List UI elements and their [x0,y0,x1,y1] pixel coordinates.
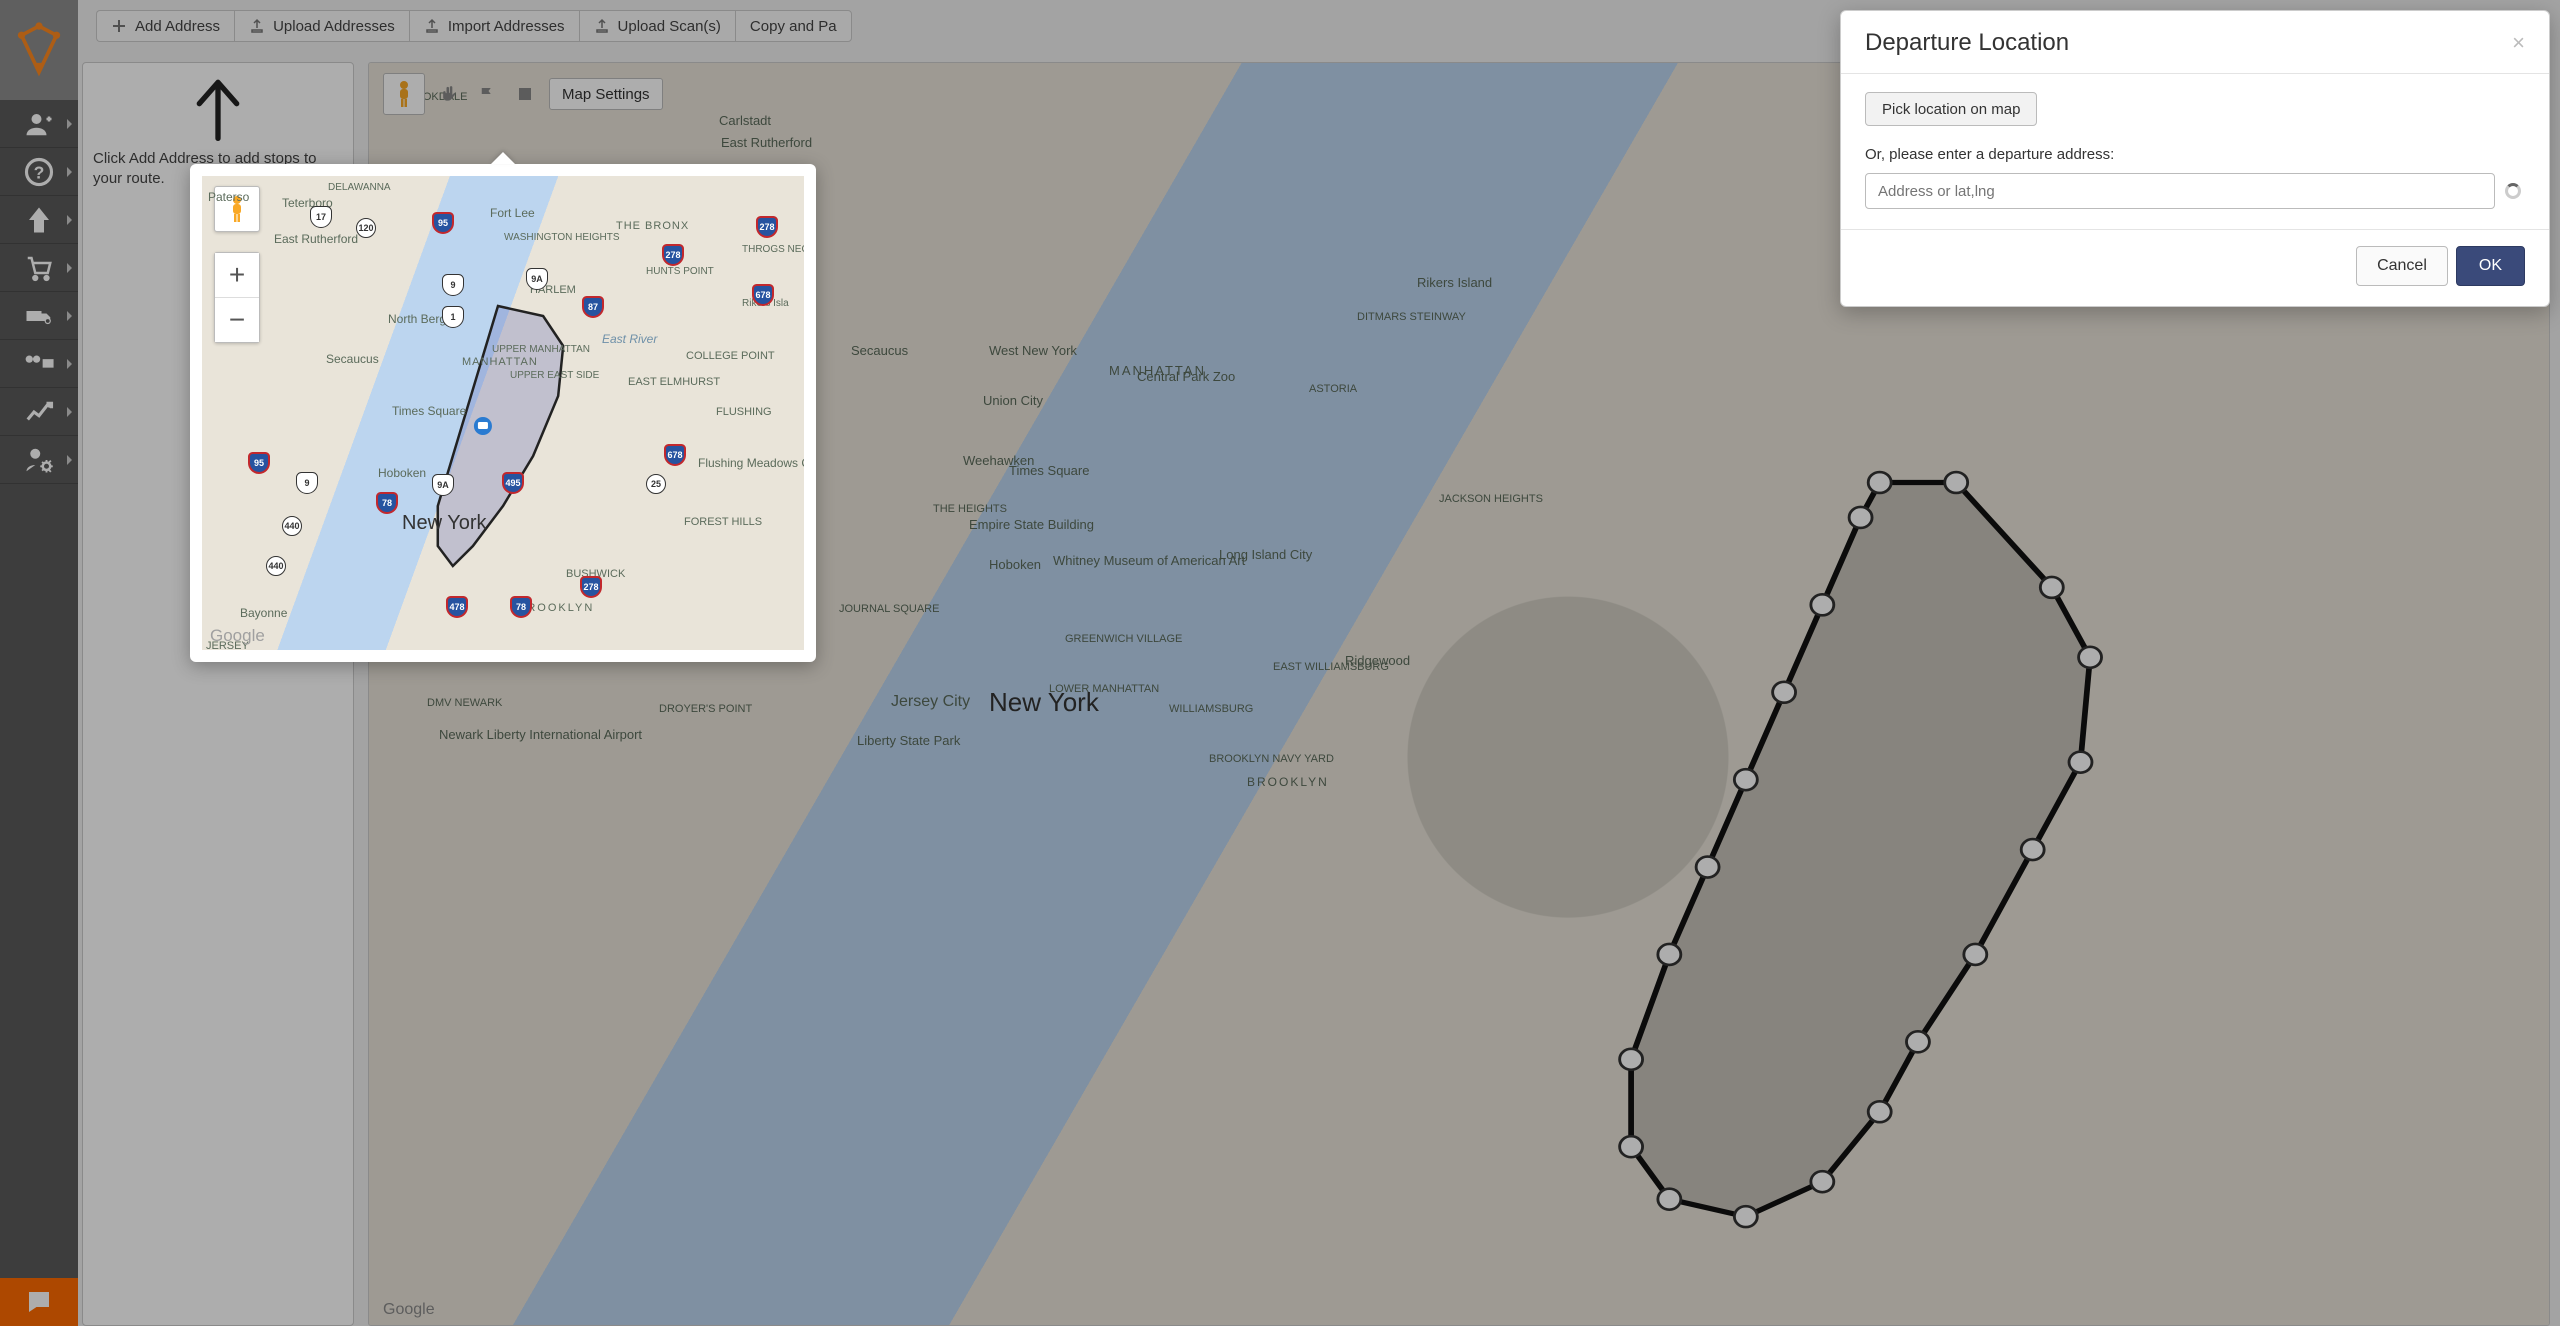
modal-title: Departure Location [1865,29,2069,57]
hwy-shield: 87 [582,296,604,318]
hwy-shield: 95 [432,212,454,234]
modal-close-button[interactable]: × [2512,32,2525,54]
minimap-label: Hoboken [378,466,426,480]
minimap-label: THE BRONX [616,220,689,232]
minimap-label: UPPER EAST SIDE [510,370,599,381]
minimap-label: New York [402,512,487,535]
hwy-shield: 78 [376,492,398,514]
hwy-shield: 440 [266,556,286,576]
popup-tail [491,152,515,164]
hwy-shield: 1 [442,306,464,328]
departure-location-modal: Departure Location × Pick location on ma… [1840,10,2550,307]
hwy-shield: 9A [432,474,454,496]
hwy-shield: 278 [580,576,602,598]
minimap-label: East Rutherford [274,232,358,246]
minimap-label: MANHATTAN [462,356,538,368]
hwy-shield: 17 [310,206,332,228]
minimap[interactable]: + − Paterso Teterboro East Rutherford No… [202,176,804,650]
hwy-shield: 9 [296,472,318,494]
minimap-label: Flushing Meadows Corona Park [698,456,804,470]
hwy-shield: 120 [356,218,376,238]
minimap-label: Secaucus [326,352,379,366]
hwy-shield: 95 [248,452,270,474]
hwy-shield: 9A [526,268,548,290]
minimap-label: FOREST HILLS [684,516,762,528]
minimap-label: Bayonne [240,606,287,620]
zoom-in-button[interactable]: + [215,253,259,297]
minimap-label: WASHINGTON HEIGHTS [504,232,620,243]
pick-location-label: Pick location on map [1882,101,2020,118]
minimap-label: FLUSHING [716,406,772,418]
hwy-shield: 278 [662,244,684,266]
hwy-shield: 9 [442,274,464,296]
minimap-zoom: + − [214,252,260,343]
minimap-label: THROGS NECI [742,244,804,255]
minimap-label: COLLEGE POINT [686,350,775,362]
hwy-shield: 678 [752,284,774,306]
minimap-label: Times Square [392,404,466,418]
ok-label: OK [2479,257,2502,274]
hwy-shield: 678 [664,444,686,466]
minimap-label: HUNTS POINT [646,266,714,277]
cancel-label: Cancel [2377,257,2427,274]
minimap-popup: + − Paterso Teterboro East Rutherford No… [190,164,816,662]
hwy-shield: 25 [646,474,666,494]
zoom-out-button[interactable]: − [215,298,259,342]
minimap-overlay [202,176,804,650]
hwy-shield: 278 [756,216,778,238]
hwy-shield: 440 [282,516,302,536]
minimap-label: UPPER MANHATTAN [492,344,590,355]
hwy-shield: 78 [510,596,532,618]
address-field-label: Or, please enter a departure address: [1865,146,2525,163]
hwy-shield: 478 [446,596,468,618]
ok-button[interactable]: OK [2456,246,2525,286]
minimap-label: Fort Lee [490,206,535,220]
hwy-shield: 495 [502,472,524,494]
cancel-button[interactable]: Cancel [2356,246,2448,286]
address-loading-spinner [2501,173,2525,209]
pick-location-button[interactable]: Pick location on map [1865,92,2037,126]
minimap-label: Paterso [208,190,249,204]
minimap-label: DELAWANNA [328,182,391,193]
minimap-attribution: Google [210,626,265,646]
departure-address-input[interactable] [1865,173,2495,209]
minimap-label: EAST ELMHURST [628,376,720,388]
minimap-label: East River [602,332,657,346]
close-icon: × [2512,30,2525,55]
